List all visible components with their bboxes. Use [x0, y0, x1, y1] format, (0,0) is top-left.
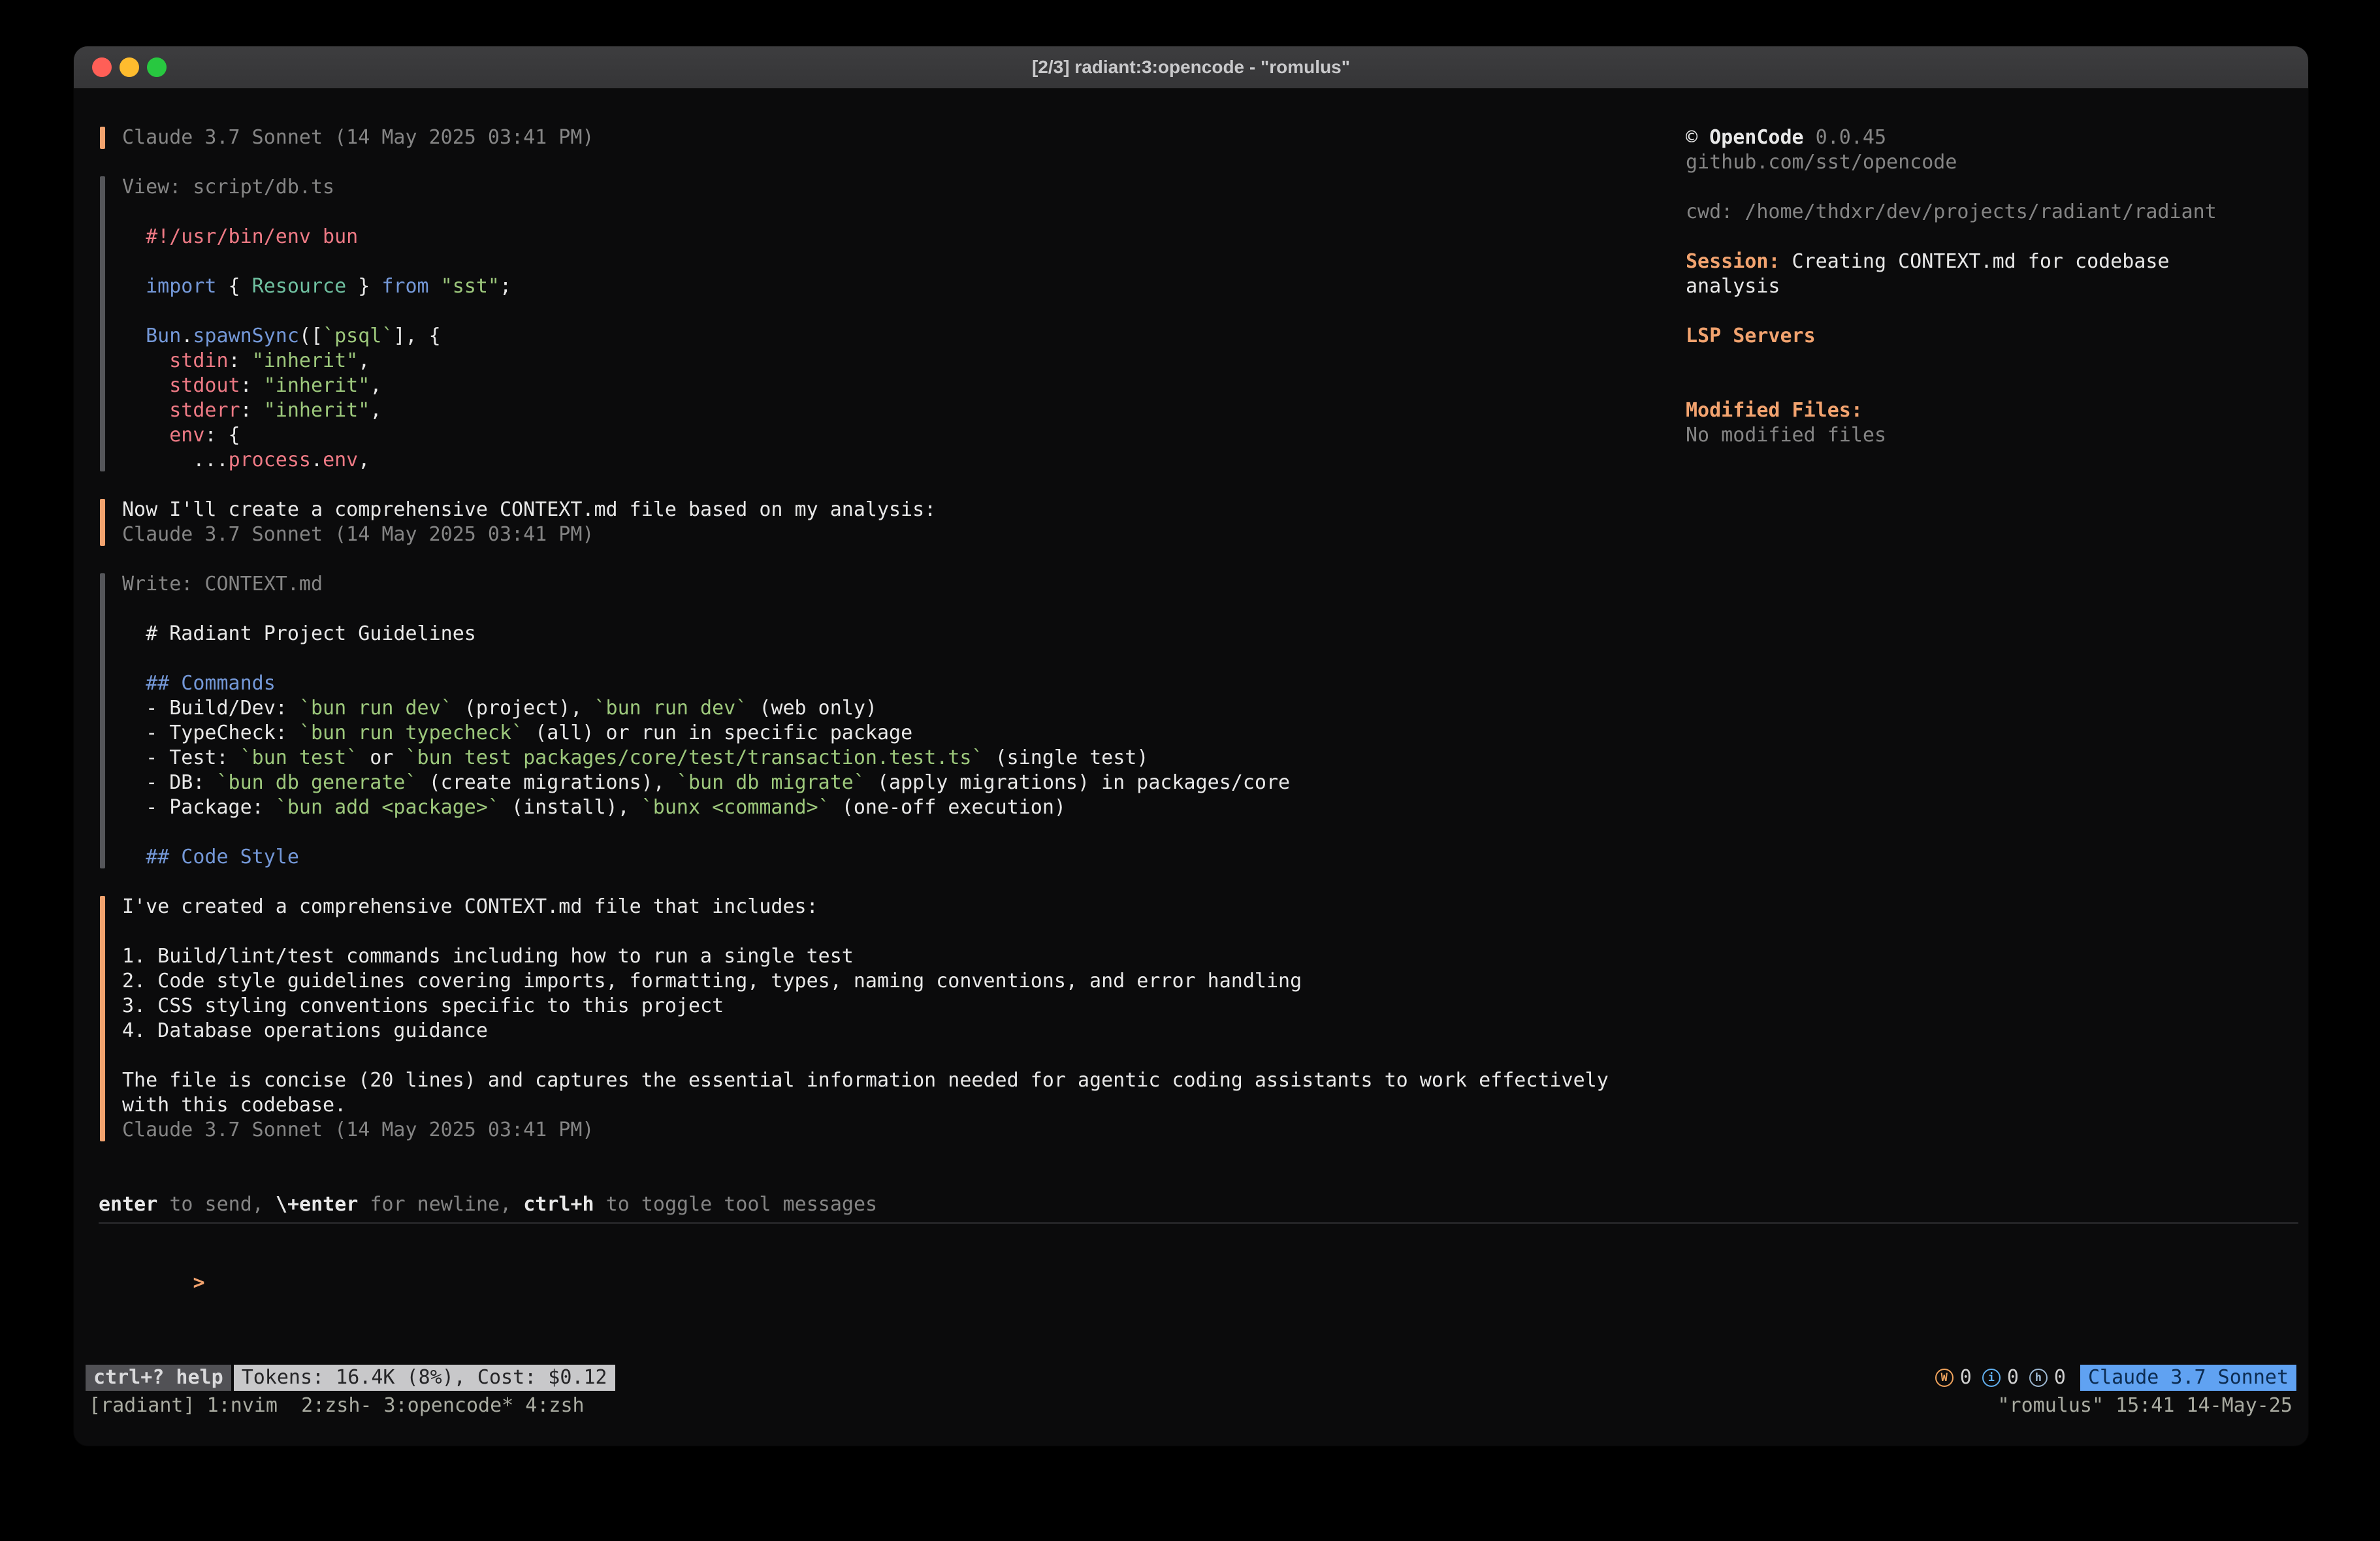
help-shortcut-chip: ctrl+? help [86, 1365, 231, 1391]
status-bar: ctrl+? help Tokens: 16.4K (8%), Cost: $0… [86, 1365, 2296, 1391]
tool-accent-bar [100, 176, 105, 471]
session-sidebar: © OpenCode 0.0.45github.com/sst/opencode… [1686, 125, 2300, 448]
tool-write-block: Write: CONTEXT.md # Radiant Project Guid… [99, 572, 2298, 870]
tool-accent-bar [100, 573, 105, 868]
terminal-window: [2/3] radiant:3:opencode - "romulus" Cla… [73, 46, 2309, 1446]
tmux-status-bar: [radiant] 1:nvim 2:zsh- 3:opencode* 4:zs… [89, 1393, 2292, 1418]
input-separator [99, 1222, 2298, 1224]
assistant-message-lines: Now I'll create a comprehensive CONTEXT.… [122, 498, 2298, 547]
info-count: 0 [2007, 1365, 2019, 1390]
assistant-summary-lines: I've created a comprehensive CONTEXT.md … [122, 895, 2298, 1143]
traffic-lights [92, 57, 167, 77]
warning-count: 0 [1960, 1365, 1972, 1390]
prompt-caret: > [193, 1271, 205, 1294]
message-accent-bar [100, 896, 105, 1141]
tool-write-lines: Write: CONTEXT.md # Radiant Project Guid… [122, 572, 2298, 870]
maximize-button[interactable] [147, 57, 167, 77]
tokens-cost-chip: Tokens: 16.4K (8%), Cost: $0.12 [234, 1365, 615, 1391]
model-badge: Claude 3.7 Sonnet [2080, 1365, 2296, 1391]
info-icon: i [1982, 1369, 2001, 1387]
hint-count: 0 [2054, 1365, 2066, 1390]
prompt-input[interactable]: > [99, 1246, 2298, 1320]
window-title: [2/3] radiant:3:opencode - "romulus" [1032, 57, 1350, 78]
hint-icon: h [2029, 1369, 2048, 1387]
titlebar[interactable]: [2/3] radiant:3:opencode - "romulus" [74, 46, 2308, 89]
warning-icon: W [1935, 1369, 1954, 1387]
diagnostics-group: W 0 i 0 h 0 [1935, 1365, 2070, 1390]
message-accent-bar [100, 127, 105, 149]
tmux-host-clock: "romulus" 15:41 14-May-25 [1997, 1393, 2292, 1418]
tmux-windows: [radiant] 1:nvim 2:zsh- 3:opencode* 4:zs… [89, 1393, 585, 1418]
close-button[interactable] [92, 57, 112, 77]
message-accent-bar [100, 499, 105, 546]
sidebar-lines: © OpenCode 0.0.45github.com/sst/opencode… [1686, 125, 2300, 448]
input-help: enter to send, \+enter for newline, ctrl… [99, 1192, 2298, 1217]
assistant-message-block: Now I'll create a comprehensive CONTEXT.… [99, 498, 2298, 547]
opencode-screen: Claude 3.7 Sonnet (14 May 2025 03:41 PM)… [74, 89, 2308, 1446]
minimize-button[interactable] [120, 57, 139, 77]
assistant-summary-block: I've created a comprehensive CONTEXT.md … [99, 895, 2298, 1143]
